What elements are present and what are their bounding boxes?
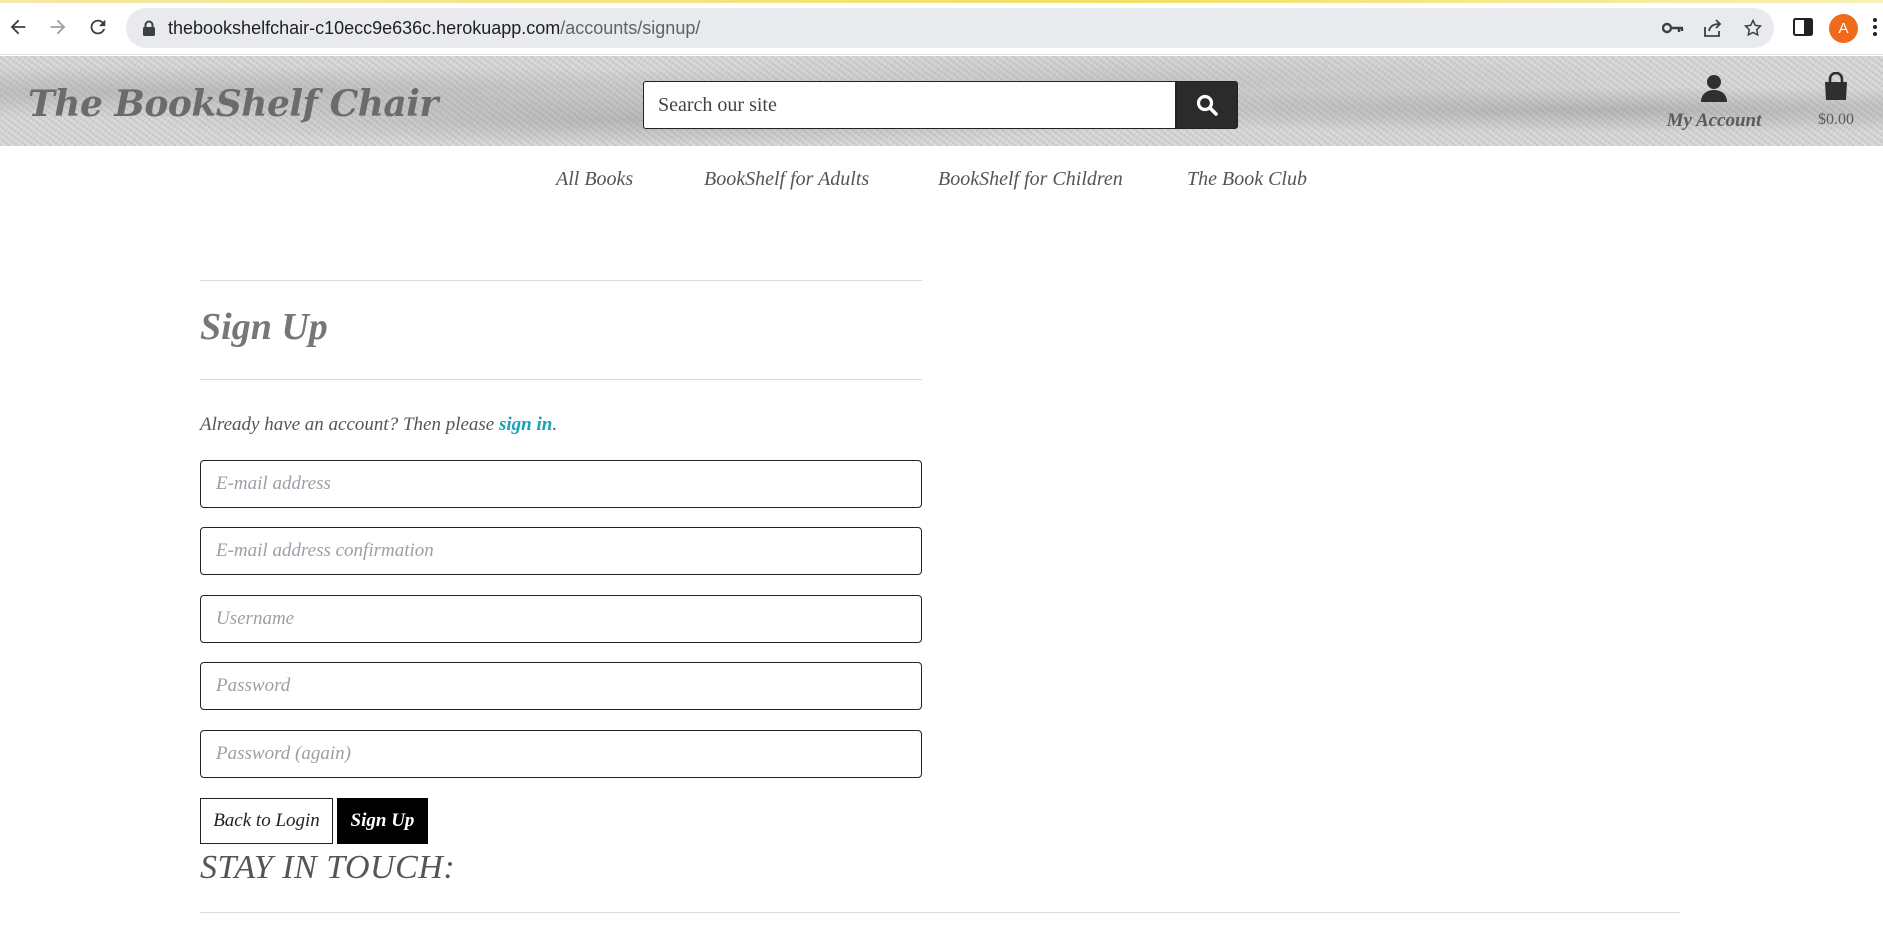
kebab-menu-icon[interactable]	[1868, 13, 1882, 41]
footer-divider	[200, 912, 1680, 913]
search-button[interactable]	[1176, 81, 1238, 129]
password-again-field[interactable]	[200, 730, 922, 778]
nav-bookshelf-adults[interactable]: BookShelf for Adults	[704, 168, 869, 191]
search-icon	[1196, 94, 1218, 116]
signin-prompt-text: Already have an account? Then please	[200, 414, 499, 435]
my-account-label: My Account	[1666, 110, 1762, 131]
site-logo[interactable]: The BookShelf Chair	[28, 83, 438, 125]
nav-bookshelf-children[interactable]: BookShelf for Children	[938, 168, 1123, 191]
my-account-link[interactable]: My Account	[1660, 73, 1768, 132]
username-field[interactable]	[200, 595, 922, 643]
url-path: /accounts/signup/	[560, 18, 701, 38]
search-input[interactable]	[643, 81, 1176, 129]
url-text[interactable]: thebookshelfchair-c10ecc9e636c.herokuapp…	[168, 18, 700, 39]
nav-all-books[interactable]: All Books	[556, 168, 633, 191]
shopping-bag-icon	[1825, 71, 1847, 100]
share-icon[interactable]	[1702, 17, 1724, 39]
browser-toolbar: thebookshelfchair-c10ecc9e636c.herokuapp…	[0, 0, 1883, 55]
lock-icon[interactable]	[138, 17, 160, 39]
side-panel-icon[interactable]	[1789, 13, 1817, 41]
signin-prompt: Already have an account? Then please sig…	[200, 414, 557, 436]
signin-link[interactable]: sign in	[499, 414, 552, 435]
email-field[interactable]	[200, 460, 922, 508]
forward-button[interactable]	[44, 13, 72, 41]
user-icon	[1701, 75, 1727, 102]
profile-avatar[interactable]: A	[1829, 14, 1858, 43]
main-nav: All Books BookShelf for Adults BookShelf…	[0, 146, 1883, 216]
address-bar[interactable]: thebookshelfchair-c10ecc9e636c.herokuapp…	[126, 8, 1774, 48]
star-icon[interactable]	[1742, 17, 1764, 39]
stay-in-touch-heading: STAY IN TOUCH:	[200, 849, 456, 886]
reload-button[interactable]	[84, 13, 112, 41]
site-header: The BookShelf Chair My Account $0.00	[0, 56, 1883, 146]
page-load-progress	[0, 0, 1883, 3]
email-confirm-field[interactable]	[200, 527, 922, 575]
title-bottom-divider	[200, 379, 922, 380]
title-top-divider	[200, 280, 922, 281]
back-button[interactable]	[4, 13, 32, 41]
key-icon[interactable]	[1662, 17, 1684, 39]
back-to-login-button[interactable]: Back to Login	[200, 798, 333, 844]
arrow-left-icon	[10, 19, 26, 35]
signin-prompt-period: .	[552, 414, 558, 435]
page-title: Sign Up	[200, 306, 328, 348]
bag-total: $0.00	[1818, 111, 1854, 128]
sign-up-button[interactable]: Sign Up	[337, 798, 428, 844]
nav-book-club[interactable]: The Book Club	[1187, 168, 1307, 191]
password-field[interactable]	[200, 662, 922, 710]
arrow-right-icon	[50, 19, 66, 35]
reload-icon	[90, 19, 106, 35]
url-host: thebookshelfchair-c10ecc9e636c.herokuapp…	[168, 18, 561, 38]
shopping-bag-link[interactable]: $0.00	[1806, 71, 1866, 129]
